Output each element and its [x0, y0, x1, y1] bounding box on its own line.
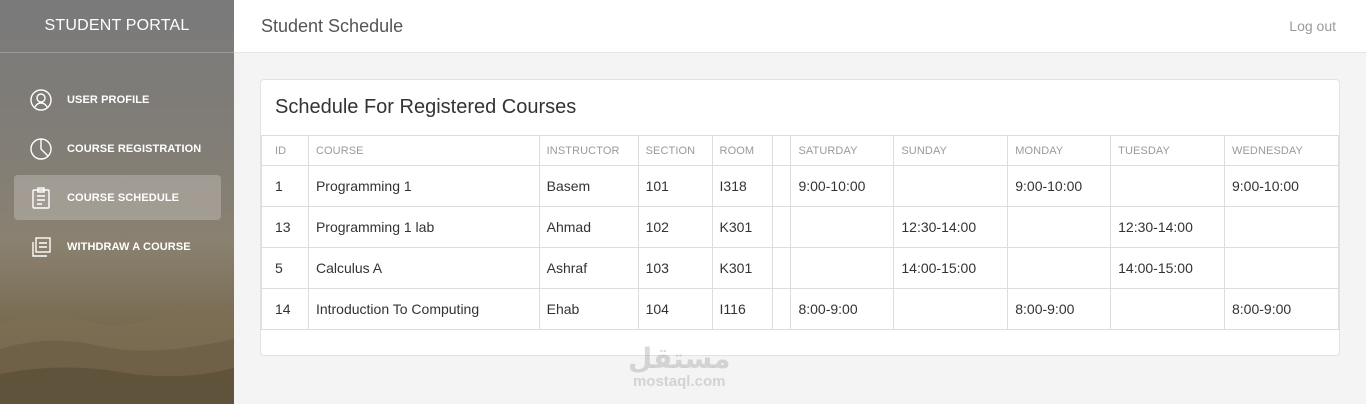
table-header-row: ID COURSE INSTRUCTOR SECTION ROOM SATURD…	[261, 135, 1339, 166]
top-bar: Student Schedule Log out	[234, 0, 1366, 53]
cell-monday	[1007, 247, 1112, 289]
header-id: ID	[261, 135, 309, 166]
sidebar-item-label: WITHDRAW A COURSE	[67, 240, 191, 253]
header-sunday: SUNDAY	[893, 135, 1009, 166]
cell-section: 104	[637, 288, 713, 330]
cell-sunday: 14:00-15:00	[893, 247, 1009, 289]
cell-course: Programming 1 lab	[307, 206, 540, 248]
cell-saturday	[790, 206, 895, 248]
clipboard-icon	[29, 186, 53, 210]
sidebar-item-label: COURSE SCHEDULE	[67, 191, 180, 204]
header-room: ROOM	[711, 135, 773, 166]
pie-chart-icon	[29, 137, 53, 161]
cell-monday: 9:00-10:00	[1007, 165, 1112, 207]
header-wednesday: WEDNESDAY	[1224, 135, 1339, 166]
cell-id: 13	[261, 206, 309, 248]
cell-blank	[771, 165, 792, 207]
cell-blank	[771, 288, 792, 330]
cell-section: 101	[637, 165, 713, 207]
cell-course: Introduction To Computing	[307, 288, 540, 330]
schedule-table: ID COURSE INSTRUCTOR SECTION ROOM SATURD…	[261, 135, 1339, 330]
cell-id: 5	[261, 247, 309, 289]
cell-wednesday	[1224, 206, 1339, 248]
header-tuesday: TUESDAY	[1110, 135, 1225, 166]
cell-room: I116	[711, 288, 773, 330]
cell-course: Programming 1	[307, 165, 540, 207]
cell-course: Calculus A	[307, 247, 540, 289]
cell-instructor: Basem	[538, 165, 639, 207]
cell-wednesday: 8:00-9:00	[1224, 288, 1339, 330]
cell-instructor: Ashraf	[538, 247, 639, 289]
cell-blank	[771, 206, 792, 248]
watermark: مستقل mostaql.com	[628, 344, 730, 390]
app-brand[interactable]: STUDENT PORTAL	[0, 0, 234, 53]
header-saturday: SATURDAY	[790, 135, 895, 166]
header-blank	[771, 135, 792, 166]
cell-saturday: 8:00-9:00	[790, 288, 895, 330]
cell-sunday	[893, 165, 1009, 207]
cell-monday	[1007, 206, 1112, 248]
table-row: 14 Introduction To Computing Ehab 104 I1…	[261, 288, 1339, 330]
page-title: Student Schedule	[261, 15, 404, 36]
cell-room: K301	[711, 247, 773, 289]
cell-tuesday	[1110, 165, 1225, 207]
sidebar-item-label: USER PROFILE	[67, 93, 150, 106]
cell-tuesday: 12:30-14:00	[1110, 206, 1225, 248]
cell-section: 102	[637, 206, 713, 248]
cell-saturday: 9:00-10:00	[790, 165, 895, 207]
cell-sunday	[893, 288, 1009, 330]
sidebar-item-withdraw-course[interactable]: WITHDRAW A COURSE	[14, 224, 221, 269]
schedule-card: Schedule For Registered Courses ID COURS…	[260, 79, 1340, 356]
cell-room: I318	[711, 165, 773, 207]
sidebar-item-course-registration[interactable]: COURSE REGISTRATION	[14, 126, 221, 171]
table-row: 1 Programming 1 Basem 101 I318 9:00-10:0…	[261, 165, 1339, 207]
document-stack-icon	[29, 235, 53, 259]
card-title: Schedule For Registered Courses	[275, 96, 577, 118]
cell-section: 103	[637, 247, 713, 289]
cell-instructor: Ehab	[538, 288, 639, 330]
sidebar: STUDENT PORTAL USER PROFILE COURSE REGIS…	[0, 0, 234, 404]
user-circle-icon	[29, 88, 53, 112]
cell-room: K301	[711, 206, 773, 248]
sidebar-item-user-profile[interactable]: USER PROFILE	[14, 77, 221, 122]
cell-saturday	[790, 247, 895, 289]
cell-tuesday: 14:00-15:00	[1110, 247, 1225, 289]
cell-wednesday	[1224, 247, 1339, 289]
header-section: SECTION	[637, 135, 713, 166]
sidebar-item-course-schedule[interactable]: COURSE SCHEDULE	[14, 175, 221, 220]
cell-tuesday	[1110, 288, 1225, 330]
header-course: COURSE	[307, 135, 540, 166]
watermark-arabic: مستقل	[628, 342, 731, 375]
sidebar-item-label: COURSE REGISTRATION	[67, 142, 202, 155]
cell-blank	[771, 247, 792, 289]
table-row: 13 Programming 1 lab Ahmad 102 K301 12:3…	[261, 206, 1339, 248]
cell-sunday: 12:30-14:00	[893, 206, 1009, 248]
cell-monday: 8:00-9:00	[1007, 288, 1112, 330]
cell-wednesday: 9:00-10:00	[1224, 165, 1339, 207]
logout-link[interactable]: Log out	[1289, 18, 1336, 34]
sidebar-nav: USER PROFILE COURSE REGISTRATION COURSE …	[0, 53, 234, 269]
table-row: 5 Calculus A Ashraf 103 K301 14:00-15:00…	[261, 247, 1339, 289]
watermark-latin: mostaql.com	[632, 373, 726, 390]
cell-instructor: Ahmad	[538, 206, 639, 248]
cell-id: 1	[261, 165, 309, 207]
header-instructor: INSTRUCTOR	[538, 135, 639, 166]
sidebar-background-image	[0, 302, 234, 404]
header-monday: MONDAY	[1007, 135, 1112, 166]
cell-id: 14	[261, 288, 309, 330]
